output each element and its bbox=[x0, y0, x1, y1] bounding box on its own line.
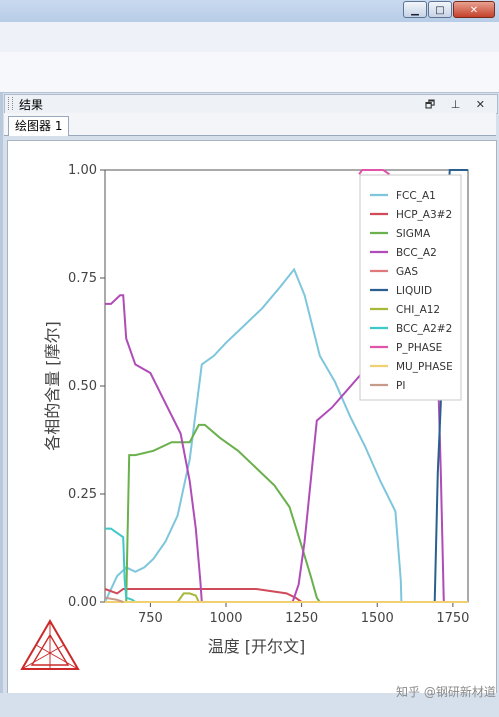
legend-label: BCC_A2 bbox=[396, 247, 437, 259]
legend-label: BCC_A2#2 bbox=[396, 323, 452, 335]
x-tick-label: 1500 bbox=[361, 611, 394, 626]
results-panel-header: 结果 🗗 ⊥ ✕ bbox=[4, 94, 498, 114]
maximize-button[interactable]: □ bbox=[428, 1, 452, 18]
legend-label: LIQUID bbox=[396, 285, 432, 297]
legend-label: HCP_A3#2 bbox=[396, 209, 452, 221]
y-tick-label: 0.75 bbox=[68, 271, 97, 286]
x-tick-label: 750 bbox=[138, 611, 163, 626]
toolbar-area bbox=[0, 52, 499, 93]
x-tick-label: 1750 bbox=[436, 611, 469, 626]
menu-strip bbox=[0, 22, 499, 53]
legend-label: MU_PHASE bbox=[396, 361, 453, 373]
minimize-button[interactable]: ▁ bbox=[403, 1, 427, 18]
watermark-text: 知乎 @钢研新材道 bbox=[396, 685, 496, 699]
window-left-edge bbox=[0, 22, 3, 717]
y-tick-label: 0.25 bbox=[68, 487, 97, 502]
panel-title: 结果 bbox=[19, 98, 44, 112]
x-axis-label: 温度 [开尔文] bbox=[208, 637, 306, 656]
thermo-calc-logo-icon bbox=[20, 619, 80, 670]
legend-label: SIGMA bbox=[396, 228, 431, 240]
window-controls: ▁ □ ✕ bbox=[402, 1, 495, 18]
y-axis-label: 各相的含量 [摩尔] bbox=[43, 321, 62, 451]
legend-label: P_PHASE bbox=[396, 342, 442, 354]
y-tick-label: 0.00 bbox=[68, 595, 97, 610]
window-title-bar: ▁ □ ✕ bbox=[0, 0, 499, 22]
close-button[interactable]: ✕ bbox=[453, 1, 495, 18]
legend-label: FCC_A1 bbox=[396, 190, 436, 202]
drag-grip-icon[interactable] bbox=[8, 97, 13, 110]
legend-label: CHI_A12 bbox=[396, 304, 440, 316]
y-tick-label: 0.50 bbox=[68, 379, 97, 394]
x-tick-label: 1250 bbox=[285, 611, 318, 626]
phase-fraction-chart: 0.00 0.25 0.50 0.75 1.00 750 1000 1250 1500 1750 温… bbox=[20, 163, 469, 670]
tab-plotter-1[interactable]: 绘图器 1 bbox=[8, 116, 70, 136]
x-tick-label: 1000 bbox=[209, 611, 242, 626]
plot-tab-bar: 绘图器 1 bbox=[4, 113, 496, 136]
legend-label: PI bbox=[396, 380, 405, 392]
plot-panel: 0.00 0.25 0.50 0.75 1.00 750 1000 1250 1500 1750 温… bbox=[7, 140, 497, 694]
legend-label: GAS bbox=[396, 266, 418, 278]
y-tick-label: 1.00 bbox=[68, 163, 97, 178]
